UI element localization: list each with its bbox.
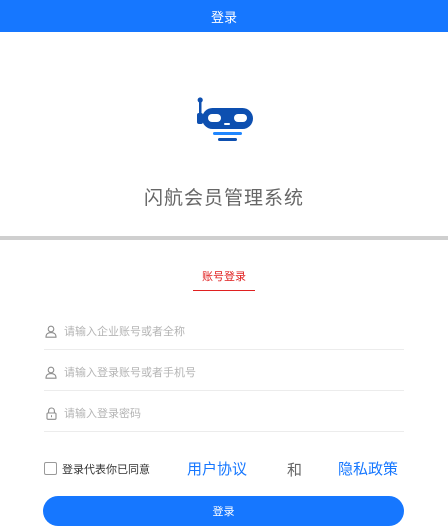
company-input[interactable] (64, 325, 404, 338)
title-bar: 登录 (0, 0, 448, 32)
tab-active-indicator (193, 290, 255, 291)
account-field (44, 355, 404, 391)
tab-label: 账号登录 (202, 270, 246, 283)
password-field (44, 396, 404, 432)
lock-icon (44, 407, 58, 421)
password-input[interactable] (64, 407, 404, 420)
login-button-label: 登录 (212, 506, 235, 518)
agreement-row: 登录代表你已同意 用户协议 和 隐私政策 (44, 458, 424, 482)
page-title: 登录 (210, 10, 237, 26)
privacy-policy-link[interactable]: 隐私政策 (338, 458, 398, 479)
tab-account-login[interactable]: 账号登录 (193, 268, 255, 292)
section-divider (0, 236, 448, 240)
login-button[interactable]: 登录 (43, 496, 404, 526)
account-input[interactable] (64, 366, 404, 379)
agreement-checkbox[interactable] (44, 462, 57, 475)
user-icon (44, 366, 58, 380)
app-name: 闪航会员管理系统 (143, 187, 304, 209)
user-agreement-link[interactable]: 用户协议 (187, 458, 247, 479)
user-icon (44, 325, 58, 339)
company-field (44, 314, 404, 350)
agreement-and: 和 (287, 461, 303, 479)
robot-logo-icon (192, 97, 256, 147)
agreement-prefix: 登录代表你已同意 (62, 463, 150, 476)
